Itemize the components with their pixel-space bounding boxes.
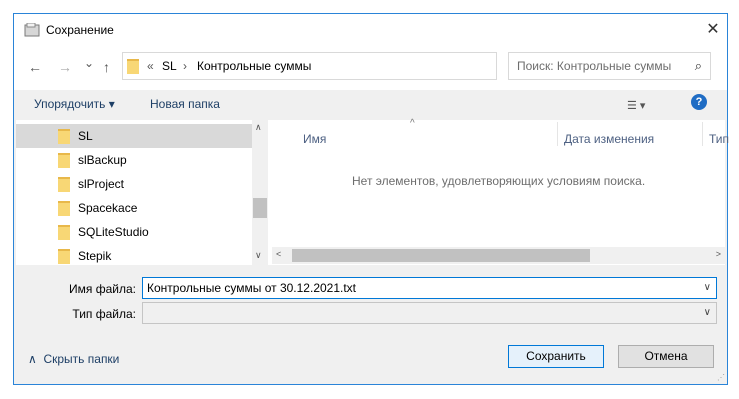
tree-item-sqlitestudio[interactable]: SQLiteStudio (16, 220, 252, 244)
search-placeholder: Поиск: Контрольные суммы (517, 59, 672, 73)
scroll-left-icon[interactable]: < (276, 249, 281, 259)
sort-ascending-icon: ^ (410, 118, 415, 129)
tree-item-label: Spacekace (78, 201, 138, 215)
view-options-icon[interactable]: ☰ ▾ (627, 99, 645, 112)
empty-list-message: Нет элементов, удовлетворяющих условиям … (352, 174, 646, 188)
hide-folders-button[interactable]: ∧ Скрыть папки (28, 352, 119, 366)
close-icon[interactable]: ✕ (703, 20, 723, 40)
cancel-button[interactable]: Отмена (618, 345, 714, 368)
up-arrow-icon[interactable]: ↑ (103, 59, 110, 75)
hide-folders-label: Скрыть папки (43, 352, 120, 366)
folder-icon (58, 129, 70, 144)
column-header-date[interactable]: Дата изменения (564, 132, 654, 146)
list-horizontal-scrollbar[interactable]: < > (272, 247, 725, 264)
filetype-label: Тип файла: (72, 307, 136, 321)
scroll-right-icon[interactable]: > (716, 249, 721, 259)
folder-icon (58, 249, 70, 264)
breadcrumb-separator-icon: › (183, 59, 187, 73)
address-bar[interactable]: « SL › Контрольные суммы ∨ ↻ (122, 52, 593, 80)
resize-grip-icon[interactable]: ⋰ (717, 373, 725, 382)
filetype-select[interactable]: ∨ (142, 302, 717, 324)
back-arrow-icon[interactable]: ← (28, 59, 42, 75)
tree-item-slbackup[interactable]: slBackup (16, 148, 252, 172)
organize-button[interactable]: Упорядочить ▾ (34, 97, 115, 111)
tree-item-label: slProject (78, 177, 125, 191)
recent-locations-icon[interactable]: ⌄ (84, 56, 94, 70)
scroll-down-icon[interactable]: ∨ (255, 250, 262, 261)
scroll-up-icon[interactable]: ∧ (255, 122, 262, 133)
filename-label: Имя файла: (69, 282, 136, 296)
app-icon (24, 23, 40, 37)
chevron-up-icon: ∧ (28, 352, 37, 366)
window-title: Сохранение (46, 23, 114, 37)
save-button[interactable]: Сохранить (508, 345, 604, 368)
folder-tree: SL slBackup slProject Spacekace SQLiteSt… (16, 120, 268, 265)
filename-input[interactable]: Контрольные суммы от 30.12.2021.txt ∨ (142, 277, 717, 299)
tree-item-label: SQLiteStudio (78, 225, 149, 239)
breadcrumb-overflow[interactable]: « (147, 59, 154, 73)
tree-item-stepik[interactable]: Stepik (16, 244, 252, 268)
tree-item-label: Stepik (78, 249, 112, 263)
scrollbar-thumb[interactable] (253, 198, 267, 218)
column-divider[interactable] (702, 122, 703, 146)
navigation-bar: ← → ⌄ ↑ « SL › Контрольные суммы ∨ ↻ Пои… (14, 46, 727, 90)
chevron-down-icon[interactable]: ∨ (704, 307, 711, 318)
tree-item-label: SL (78, 129, 93, 143)
breadcrumb-item-sl[interactable]: SL (162, 59, 177, 73)
browser-pane: SL slBackup slProject Spacekace SQLiteSt… (16, 118, 729, 265)
breadcrumb-item-checksums[interactable]: Контрольные суммы (197, 59, 311, 73)
chevron-down-icon[interactable]: ∨ (704, 282, 711, 293)
forward-arrow-icon[interactable]: → (58, 59, 72, 75)
folder-icon (58, 153, 70, 168)
folder-icon (58, 177, 70, 192)
tree-item-slproject[interactable]: slProject (16, 172, 252, 196)
folder-icon (58, 225, 70, 240)
tree-item-label: slBackup (78, 153, 127, 167)
toolbar: Упорядочить ▾ Новая папка ☰ ▾ ? (14, 90, 727, 120)
folder-icon (127, 59, 139, 74)
search-icon[interactable]: ⌕ (695, 58, 702, 74)
folder-icon (58, 201, 70, 216)
column-header-name[interactable]: Имя (303, 132, 326, 146)
search-input[interactable]: Поиск: Контрольные суммы ⌕ (508, 52, 711, 80)
column-divider[interactable] (557, 122, 558, 146)
tree-item-spacekace[interactable]: Spacekace (16, 196, 252, 220)
title-bar: Сохранение ✕ (14, 14, 727, 46)
save-dialog: Сохранение ✕ ← → ⌄ ↑ « SL › Контрольные … (13, 13, 729, 385)
file-list: ^ Имя Дата изменения Тип Нет элементов, … (272, 118, 729, 265)
new-folder-button[interactable]: Новая папка (150, 97, 220, 111)
column-header-type[interactable]: Тип (709, 132, 729, 146)
tree-scrollbar[interactable]: ∧ ∨ (252, 120, 268, 265)
help-icon[interactable]: ? (691, 94, 707, 110)
tree-item-sl[interactable]: SL (16, 124, 252, 148)
scrollbar-thumb[interactable] (292, 249, 590, 262)
filename-value: Контрольные суммы от 30.12.2021.txt (147, 281, 357, 295)
